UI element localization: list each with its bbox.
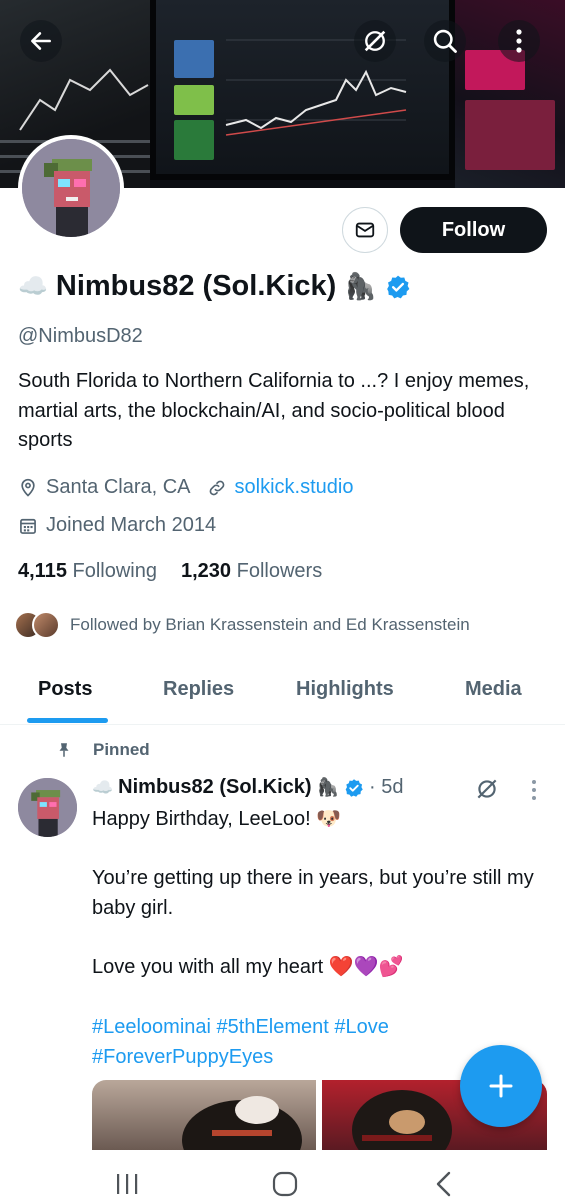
profile-handle: @NimbusD82 [18,325,143,347]
profile-joined-row: Joined March 2014 [18,514,216,537]
dog-photo-image [182,1096,302,1150]
back-nav-icon[interactable] [433,1170,455,1198]
grok-button[interactable] [354,20,396,62]
post-timestamp[interactable]: · 5d [369,776,403,799]
tab-replies[interactable]: Replies [163,678,234,701]
followed-by-row[interactable]: Followed by Brian Krassenstein and Ed Kr… [14,611,470,639]
grok-icon [364,30,386,52]
compose-post-button[interactable] [460,1045,542,1127]
profile-bio: South Florida to Northern California to … [18,370,530,451]
arrow-left-icon [31,32,51,50]
profile-location: Santa Clara, CA [46,476,191,498]
followers-count: 1,230 [181,560,232,582]
profile-display-name: ☁️ Nimbus82 (Sol.Kick) 🦍 [18,270,411,303]
post-header: ☁️ Nimbus82 (Sol.Kick) 🦍 · 5d [92,776,403,799]
pixel-avatar-image [18,778,77,837]
name-prefix-emoji: ☁️ [18,273,48,300]
profile-website-link[interactable]: solkick.studio [235,476,354,499]
post-image-1[interactable] [92,1080,316,1150]
tab-posts[interactable]: Posts [38,678,92,701]
system-navigation-bar [0,1150,565,1199]
banner-center-monitor [150,0,455,180]
tab-highlights[interactable]: Highlights [296,678,394,701]
calendar-icon [20,518,36,534]
followed-by-text: Followed by Brian Krassenstein and Ed Kr… [70,615,470,634]
envelope-icon [355,222,375,238]
followers-label: Followers [236,560,323,582]
profile-meta-row: Santa Clara, CA solkick.studio [18,476,353,499]
post-author-name[interactable]: Nimbus82 (Sol.Kick) [118,776,311,799]
active-tab-indicator [27,718,108,723]
author-suffix-emoji: 🦍 [316,777,339,797]
banner-chart-center [225,39,407,136]
pixel-avatar-image [22,139,120,237]
pinned-label: Pinned [93,740,150,759]
name-suffix-emoji: 🦍 [344,271,377,301]
grok-icon[interactable] [474,776,500,802]
followers-count-link[interactable]: 1,230 Followers [181,560,322,583]
profile-joined-date: Joined March 2014 [46,514,217,536]
link-icon [209,480,224,495]
post-author-avatar[interactable] [18,778,77,837]
following-label: Following [72,560,157,582]
followed-by-avatars [14,611,60,639]
pin-icon [59,743,69,757]
author-prefix-emoji: ☁️ [92,777,114,797]
more-vertical-icon [516,29,522,53]
search-button[interactable] [424,20,466,62]
pinned-label-row: Pinned [55,740,150,760]
follower-avatar [32,611,60,639]
verified-badge-icon [345,778,363,797]
more-options-button[interactable] [498,20,540,62]
following-count-link[interactable]: 4,115 Following [18,560,157,583]
post-more-icon[interactable] [530,779,538,801]
home-icon[interactable] [271,1170,299,1198]
profile-avatar[interactable] [18,135,124,241]
display-name-text: Nimbus82 (Sol.Kick) [55,270,337,302]
search-icon [433,29,457,53]
profile-tabs: Posts Replies Highlights Media [0,668,565,725]
message-button[interactable] [342,207,388,253]
back-button[interactable] [20,20,62,62]
post-text: Happy Birthday, LeeLoo! 🐶 You’re getting… [92,808,534,978]
tab-media[interactable]: Media [465,678,522,701]
plus-icon [489,1074,513,1098]
location-pin-icon [21,478,35,497]
verified-badge-icon[interactable] [385,274,411,300]
following-count: 4,115 [18,560,67,582]
follow-counts: 4,115 Following 1,230 Followers [18,560,322,583]
hashtags-line[interactable]: #Leeloominai #5thElement #Love [92,1013,552,1043]
follow-button[interactable]: Follow [400,207,547,253]
recent-apps-icon[interactable] [114,1172,140,1196]
